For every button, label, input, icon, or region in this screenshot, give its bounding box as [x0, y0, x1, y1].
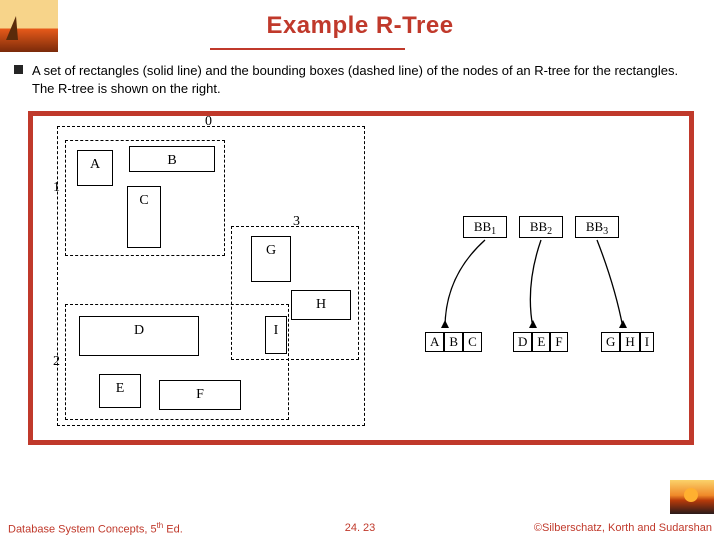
bullet-square-icon [14, 65, 23, 74]
body-paragraph: A set of rectangles (solid line) and the… [0, 52, 720, 105]
footer-right: ©Silberschatz, Korth and Sudarshan [534, 522, 712, 534]
root-bb2-t: BB [530, 219, 547, 234]
root-bb1-t: BB [474, 219, 491, 234]
sun-icon [684, 488, 698, 502]
figure-canvas: 0 1 A B C 3 G H I 2 [35, 118, 687, 438]
figure-frame: 0 1 A B C 3 G H I 2 [28, 111, 694, 445]
rect-G-label: G [252, 237, 290, 259]
rect-A-label: A [78, 151, 112, 173]
root-bb3-t: BB [586, 219, 603, 234]
rect-H: H [291, 290, 351, 320]
tree-arrows [415, 236, 675, 336]
rect-G: G [251, 236, 291, 282]
rect-H-label: H [292, 291, 350, 313]
slide-title: Example R-Tree [266, 12, 453, 40]
title-underline [210, 48, 405, 50]
rect-E: E [99, 374, 141, 408]
rect-A: A [77, 150, 113, 186]
rect-B-label: B [130, 147, 214, 169]
bbox-3-label: 3 [293, 214, 300, 230]
bbox-1-label: 1 [53, 180, 60, 196]
slide-footer: Database System Concepts, 5th Ed. 24. 23… [0, 516, 720, 540]
rect-F: F [159, 380, 241, 410]
footer-left: Database System Concepts, 5th Ed. [8, 521, 183, 536]
logo-sailboat-image [0, 0, 58, 52]
slide-header: Example R-Tree [0, 0, 720, 52]
bbox-2-label: 2 [53, 354, 60, 370]
bbox-0-label: 0 [205, 114, 212, 130]
root-cell-bb2: BB2 [519, 216, 563, 238]
rect-D-label: D [80, 317, 198, 339]
rect-B: B [129, 146, 215, 172]
footer-left-prefix: Database System Concepts, 5 [8, 523, 157, 535]
logo-sunset-image [670, 480, 714, 514]
tree-root-node: BB1 BB2 BB3 [463, 216, 619, 238]
rect-C-label: C [128, 187, 160, 209]
rect-E-label: E [100, 375, 140, 397]
footer-left-suffix: Ed. [163, 523, 183, 535]
root-cell-bb1: BB1 [463, 216, 507, 238]
rect-D: D [79, 316, 199, 356]
body-text: A set of rectangles (solid line) and the… [32, 63, 678, 96]
root-cell-bb3: BB3 [575, 216, 619, 238]
rect-F-label: F [160, 381, 240, 403]
rect-C: C [127, 186, 161, 248]
sailboat-icon [6, 16, 18, 40]
